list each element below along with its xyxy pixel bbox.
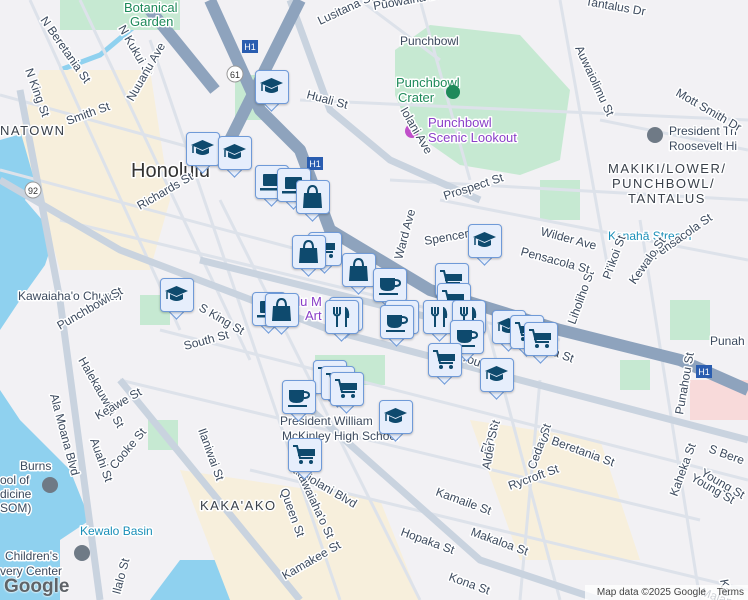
shopping-cart-icon [335,379,357,398]
shopping-cart-icon [293,445,315,464]
poi-label: Botanical [124,0,178,15]
graduation-cap-icon [473,232,496,247]
map-marker-shopping-cart[interactable] [428,343,464,387]
route-92-shield: 92 [24,181,42,199]
street-label: Pūowaina Dr [372,0,442,13]
svg-text:H1: H1 [698,367,710,377]
map-data-attribution: Map data ©2025 Google [596,587,706,598]
map-marker-shopping-cart[interactable] [330,372,366,416]
fork-knife-icon [333,307,350,327]
graduation-cap-icon [165,286,188,301]
poi-label: Punchbowl [400,34,459,48]
poi-label[interactable]: Crater [397,89,437,107]
map-marker-graduation-cap[interactable] [160,278,196,322]
map-marker-shopping-cart[interactable] [288,438,324,482]
coffee-cup-icon [386,315,409,332]
street-label: Cooke St [107,425,150,472]
neighborhood-label: KAKA'AKO [200,498,277,513]
poi-label[interactable]: Children's [4,548,60,565]
neighborhood-label: MAKIKI/LOWER/ [608,161,726,176]
street-label: Ilalo St [109,556,132,596]
street-label: Kona St [447,570,493,598]
map-marker-shopping-cart[interactable] [524,322,560,366]
park [620,360,650,390]
street-label: Tantalus Dr [584,0,646,18]
poi-label[interactable]: dicine [0,486,33,503]
shopping-bag-icon [349,257,368,281]
graduation-cap-icon [191,140,214,155]
map-marker-coffee-cup[interactable] [282,380,318,424]
hospital-icon [74,545,90,561]
poi-label[interactable]: Punah [709,333,747,350]
map-marker-graduation-cap[interactable] [379,400,415,444]
map-marker-graduation-cap[interactable] [186,132,222,176]
map-marker-graduation-cap[interactable] [468,224,504,268]
neighborhood-label: NATOWN [0,123,66,138]
coffee-cup-icon [288,390,311,407]
street-label: South St [182,327,231,353]
shopping-bag-icon [303,184,322,208]
poi-label: Kewalo Basin [80,524,153,538]
route-61-shield: 61 [226,65,244,83]
park [540,180,580,220]
street-label: Kaheka St [667,441,699,498]
poi-label[interactable]: SOM) [0,500,33,517]
graduation-cap-icon [384,408,407,423]
fork-knife-icon [431,307,448,327]
poi-label[interactable]: Punchbowl [427,114,494,132]
graduation-cap-icon [485,366,508,381]
poi-label: Garden [130,14,173,29]
google-logo: Google [4,576,70,597]
h1-shield: H1 [696,365,712,378]
map-marker-shopping-bag[interactable] [296,180,332,224]
map-marker-shopping-bag[interactable] [265,293,301,337]
map-marker-graduation-cap[interactable] [480,358,516,402]
street-label: Ward Ave [391,207,418,261]
poi-label[interactable]: Art [304,307,324,325]
shopping-bag-icon [299,239,318,263]
neighborhood-label: TANTALUS [628,191,706,206]
poi-label[interactable]: Scenic Lookout [427,129,519,147]
poi-label[interactable]: Roosevelt Hi [668,138,739,155]
park [670,300,710,340]
h1-shield: H1 [242,40,258,53]
svg-text:61: 61 [230,70,240,80]
street-label: Pensacola St [519,244,592,276]
coffee-cup-icon [379,278,402,295]
graduation-cap-icon [260,78,283,93]
map-marker-fork-knife[interactable] [325,300,361,344]
street-label: Liholiho St [565,268,598,326]
shopping-cart-icon [433,350,455,369]
street-label: Lusitana St [315,0,376,28]
graduation-cap-icon [223,144,246,159]
map-marker-coffee-cup[interactable] [380,305,416,349]
school-icon [42,477,58,493]
street-label: S Bere [707,442,747,468]
terms-link[interactable]: Terms [717,587,744,598]
shopping-cart-icon [529,329,551,348]
map-marker-shopping-bag[interactable] [292,235,328,279]
mountain-icon [446,85,460,99]
poi-label[interactable]: Burns [19,458,53,475]
svg-text:92: 92 [28,186,38,196]
map-marker-graduation-cap[interactable] [218,136,254,180]
street-label: Kamaile St [434,485,494,518]
school-icon [647,127,663,143]
svg-text:H1: H1 [244,42,256,52]
poi-label[interactable]: ool of [0,472,32,489]
attribution-bar: Map data ©2025 Google Terms [584,585,748,600]
map-marker-graduation-cap[interactable] [255,70,291,114]
neighborhood-label: PUNCHBOWL/ [612,176,715,191]
shopping-bag-icon [272,297,291,321]
